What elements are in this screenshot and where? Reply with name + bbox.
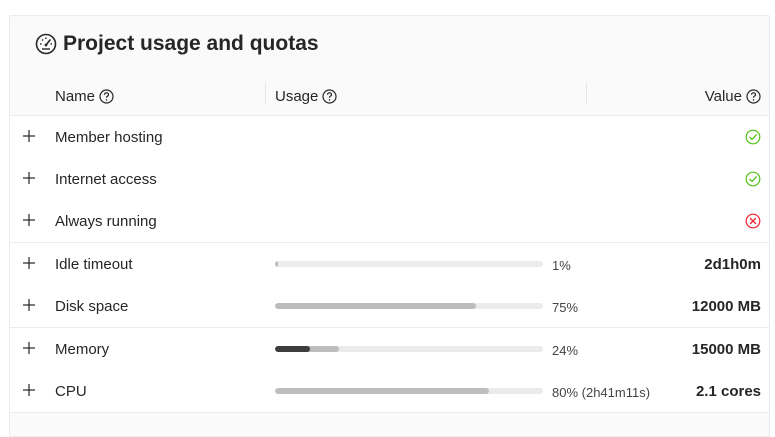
row-name: Idle timeout (55, 255, 133, 273)
usage-percent: 24% (552, 342, 579, 358)
card-header: Project usage and quotas (35, 32, 319, 56)
row-name: Internet access (55, 170, 157, 188)
usage-progress-fill-success (275, 346, 310, 352)
expand-plus-icon[interactable] (22, 213, 36, 227)
usage-percent: 75% (552, 299, 579, 315)
question-circle-icon[interactable] (322, 89, 337, 104)
expand-plus-icon[interactable] (22, 298, 36, 312)
usage-progress-bar (275, 388, 543, 394)
expand-plus-icon[interactable] (22, 383, 36, 397)
dashboard-icon (35, 33, 57, 55)
expand-plus-icon[interactable] (22, 256, 36, 270)
check-circle-icon (745, 171, 761, 187)
close-circle-icon (745, 213, 761, 229)
quota-value: 2.1 cores (695, 382, 761, 400)
column-header-value[interactable]: Value (705, 78, 761, 115)
row-name: Disk space (55, 297, 129, 315)
usage-progress-fill (275, 303, 476, 309)
row-name: Member hosting (55, 128, 163, 146)
usage-progress-fill (275, 388, 490, 394)
project-quotas-card: Project usage and quotas Name Usage Valu… (9, 15, 770, 437)
question-circle-icon[interactable] (99, 89, 114, 104)
table-row[interactable]: CPU 80% (2h41m11s) 2.1 cores (10, 370, 769, 413)
table-row[interactable]: Internet access (10, 158, 769, 201)
question-circle-icon[interactable] (746, 89, 761, 104)
table-row[interactable]: Idle timeout 1% 2d1h0m (10, 243, 769, 286)
column-header-label: Name (55, 88, 96, 105)
column-header-usage[interactable]: Usage (275, 78, 337, 115)
quota-value: 15000 MB (691, 340, 761, 358)
row-name: Memory (55, 340, 110, 358)
expand-plus-icon[interactable] (22, 341, 36, 355)
quota-value: 2d1h0m (704, 255, 761, 273)
check-circle-icon (745, 129, 761, 145)
usage-percent: 1% (552, 257, 571, 273)
usage-percent: 80% (2h41m11s) (552, 384, 651, 400)
table-header: Name Usage Value (10, 78, 769, 116)
row-name: Always running (55, 212, 157, 230)
usage-progress-fill (275, 261, 278, 267)
table-row[interactable]: Disk space 75% 12000 MB (10, 285, 769, 328)
column-header-name[interactable]: Name (55, 78, 114, 115)
usage-progress-bar (275, 303, 543, 309)
table-row[interactable]: Always running (10, 200, 769, 243)
column-header-label: Usage (275, 88, 319, 105)
table-row[interactable]: Memory 24% 15000 MB (10, 328, 769, 371)
table-row[interactable]: Member hosting (10, 116, 769, 159)
row-name: CPU (55, 382, 87, 400)
quota-value: 12000 MB (691, 297, 761, 315)
usage-progress-bar (275, 261, 543, 267)
column-header-label: Value (704, 88, 742, 105)
expand-plus-icon[interactable] (22, 129, 36, 143)
column-divider[interactable] (586, 83, 587, 105)
expand-plus-icon[interactable] (22, 171, 36, 185)
column-divider[interactable] (265, 83, 266, 105)
card-title: Project usage and quotas (63, 32, 319, 55)
usage-progress-bar (275, 346, 543, 352)
